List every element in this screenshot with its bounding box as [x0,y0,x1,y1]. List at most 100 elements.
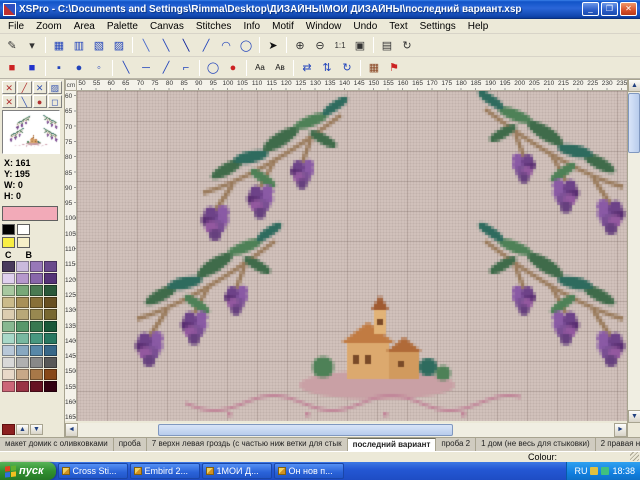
palette-color-6[interactable] [30,273,43,284]
scroll-left-button[interactable]: ◄ [65,423,78,437]
menu-stitches[interactable]: Stitches [190,20,238,33]
palette-color-24[interactable] [2,333,15,344]
rotate-tool[interactable]: ↻ [337,58,357,77]
palette-color-17[interactable] [16,309,29,320]
palette-color-26[interactable] [30,333,43,344]
flag-tool[interactable]: ⚑ [384,58,404,77]
menu-canvas[interactable]: Canvas [144,20,190,33]
polyline-tool[interactable]: ⌐ [176,58,196,77]
knot-tool[interactable]: ● [33,95,47,108]
palette-color-28[interactable] [2,345,15,356]
menu-info[interactable]: Info [237,20,266,33]
backstitch-tool-2[interactable]: ╲ [116,58,136,77]
palette-color-27[interactable] [44,333,57,344]
diagonal-tool[interactable]: ╱ [156,58,176,77]
ellipse-tool[interactable]: ◯ [203,58,223,77]
palette-color-34[interactable] [30,357,43,368]
maximize-button[interactable]: ❐ [601,2,618,16]
yellow-swatch-0[interactable] [2,237,15,248]
zoom-out-tool[interactable]: ⊖ [310,36,330,55]
bead-tool[interactable]: ◦ [89,58,109,77]
palette-color-35[interactable] [44,357,57,368]
palette-color-29[interactable] [16,345,29,356]
palette-color-30[interactable] [30,345,43,356]
palette-color-31[interactable] [44,345,57,356]
palette-color-25[interactable] [16,333,29,344]
palette-color-22[interactable] [30,321,43,332]
palette-color-11[interactable] [44,285,57,296]
palette-color-42[interactable] [30,381,43,392]
palette-color-23[interactable] [44,321,57,332]
palette-color-7[interactable] [44,273,57,284]
menu-file[interactable]: File [2,20,30,33]
scroll-down-button[interactable]: ▼ [628,410,640,423]
menu-undo[interactable]: Undo [347,20,383,33]
palette-color-41[interactable] [16,381,29,392]
scroll-up-button[interactable]: ▲ [628,79,640,92]
sheet-tab-2[interactable]: 7 верхн левая гроздь (с частью ниж ветки… [147,438,348,451]
scroll-right-button[interactable]: ► [614,423,627,437]
horizontal-scroll-thumb[interactable] [158,424,453,436]
menu-window[interactable]: Window [300,20,348,33]
three-quarter-tool[interactable]: ▨ [48,81,62,94]
quarter-cross-tool[interactable]: ✕ [33,81,47,94]
menu-area[interactable]: Area [68,20,101,33]
palette-color-16[interactable] [2,309,15,320]
start-button[interactable]: пуск [0,462,56,480]
menu-zoom[interactable]: Zoom [30,20,68,33]
horizontal-scroll-track[interactable] [78,423,614,437]
color-swatch-blue[interactable]: ■ [22,58,42,77]
palette-color-18[interactable] [30,309,43,320]
motif-library-tool[interactable]: ▦ [364,58,384,77]
palette-color-32[interactable] [2,357,15,368]
menu-text[interactable]: Text [383,20,413,33]
palette-color-10[interactable] [30,285,43,296]
palette-color-36[interactable] [2,369,15,380]
taskbar-button-3[interactable]: Он нов п... [274,463,344,479]
palette-color-5[interactable] [16,273,29,284]
quarter-stitch-tool[interactable]: ▧ [89,36,109,55]
current-color-swatch[interactable] [2,206,58,221]
palette-color-14[interactable] [30,297,43,308]
palette-scroll-down[interactable]: ▼ [30,424,43,435]
close-button[interactable]: ✕ [620,2,637,16]
palette-color-9[interactable] [16,285,29,296]
backstitch-thin-tool[interactable]: ╲ [136,36,156,55]
palette-scroll-up[interactable]: ▲ [16,424,29,435]
backstitch-medium-tool[interactable]: ╲ [156,36,176,55]
menu-palette[interactable]: Palette [101,20,144,33]
palette-color-15[interactable] [44,297,57,308]
sheet-tab-5[interactable]: 1 дом (не весь для стыковки) [476,438,596,451]
color-swatch-red[interactable]: ■ [2,58,22,77]
backstitch-thick-tool[interactable]: ╲ [176,36,196,55]
half-cross-tool[interactable]: ╱ [17,81,31,94]
palette-color-4[interactable] [2,273,15,284]
pencil-tool[interactable]: ✎ [2,36,22,55]
palette-color-13[interactable] [16,297,29,308]
palette-color-button[interactable] [2,424,15,435]
line-tool[interactable]: ╱ [196,36,216,55]
palette-color-3[interactable] [44,261,57,272]
menu-help[interactable]: Help [462,20,495,33]
palette-color-40[interactable] [2,381,15,392]
palette-color-39[interactable] [44,369,57,380]
circle-tool[interactable]: ◯ [236,36,256,55]
palette-color-1[interactable] [16,261,29,272]
language-indicator[interactable]: RU [574,466,587,476]
palette-color-38[interactable] [30,369,43,380]
tray-app-icon[interactable] [590,467,598,475]
palette-color-19[interactable] [44,309,57,320]
half-stitch-tool[interactable]: ▥ [69,36,89,55]
text-tool[interactable]: Aa [250,58,270,77]
palette-color-33[interactable] [16,357,29,368]
full-stitch-tool[interactable]: ▦ [49,36,69,55]
taskbar-button-1[interactable]: Embird 2... [130,463,200,479]
bw-swatch-0[interactable] [2,224,15,235]
refresh-tool[interactable]: ↻ [397,36,417,55]
dropdown-arrow[interactable]: ▾ [22,36,42,55]
palette-color-37[interactable] [16,369,29,380]
three-quarter-stitch-tool[interactable]: ▨ [109,36,129,55]
sheet-tab-3[interactable]: последний вариант [348,438,437,451]
full-cross-tool[interactable]: ✕ [2,81,16,94]
sheet-tab-4[interactable]: проба 2 [436,438,476,451]
